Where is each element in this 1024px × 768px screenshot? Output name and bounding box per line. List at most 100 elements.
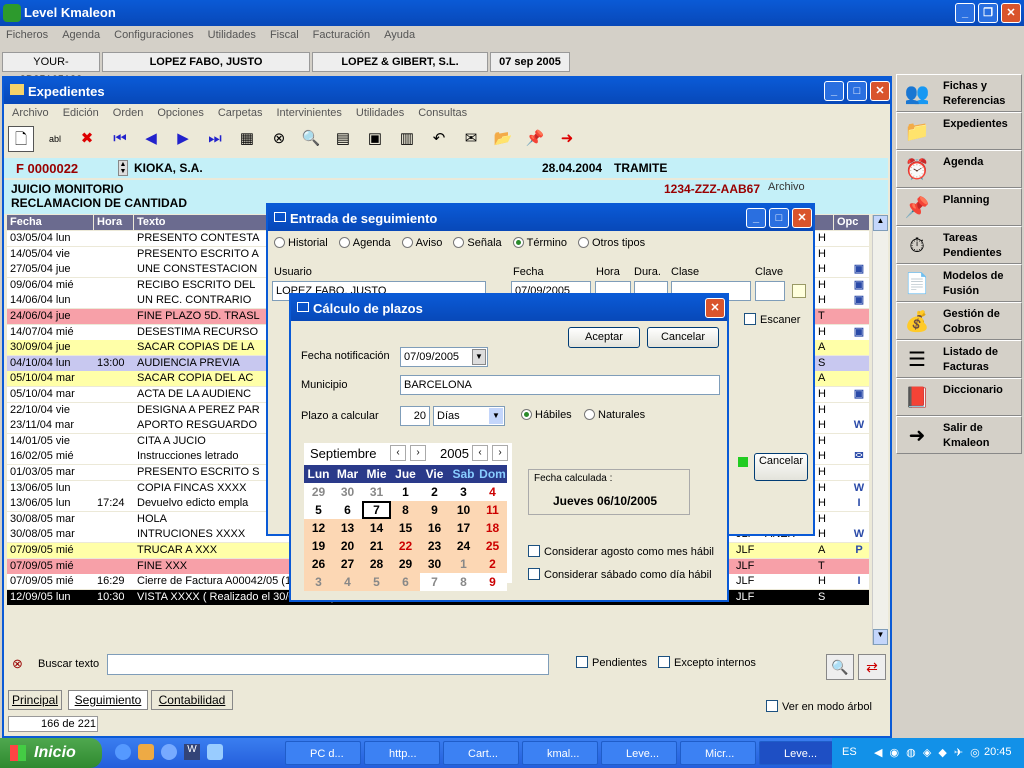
calendar-day[interactable]: 9 xyxy=(478,573,507,591)
calendar-day[interactable]: 30 xyxy=(333,483,362,501)
restore-button[interactable]: ❐ xyxy=(978,3,998,23)
clave-field[interactable] xyxy=(755,281,785,301)
calendar-day[interactable]: 20 xyxy=(333,537,362,555)
calendar-day[interactable]: 13 xyxy=(333,519,362,537)
pendientes-checkbox[interactable]: Pendientes xyxy=(576,656,647,669)
calendar-day[interactable]: 6 xyxy=(333,501,362,519)
calendar-day[interactable]: 29 xyxy=(391,555,420,573)
calendar-day[interactable]: 18 xyxy=(478,519,507,537)
folder-icon[interactable]: 📂 xyxy=(490,126,516,152)
calendar-day[interactable]: 10 xyxy=(449,501,478,519)
taskbar-task[interactable]: PC d... xyxy=(285,741,361,765)
escaner-checkbox[interactable]: Escaner xyxy=(744,313,800,326)
exp-menu-item[interactable]: Opciones xyxy=(157,107,203,119)
menu-item[interactable]: Fiscal xyxy=(270,29,299,41)
municipio-field[interactable]: BARCELONA xyxy=(400,375,720,395)
calendar-day[interactable]: 30 xyxy=(420,555,449,573)
sidebar-item[interactable]: ⏱ Tareas Pendientes xyxy=(896,226,1022,264)
taskbar-task[interactable]: kmal... xyxy=(522,741,598,765)
calendar-day[interactable]: 4 xyxy=(478,483,507,501)
excepto-checkbox[interactable]: Excepto internos xyxy=(658,656,756,669)
menu-item[interactable]: Facturación xyxy=(313,29,370,41)
calendar-day[interactable]: 3 xyxy=(449,483,478,501)
taskbar-task[interactable]: Micr... xyxy=(680,741,756,765)
agosto-checkbox[interactable]: Considerar agosto como mes hábil xyxy=(528,545,714,558)
delete-icon[interactable]: ✖ xyxy=(74,126,100,152)
accept-button[interactable]: Aceptar xyxy=(568,327,640,348)
calendar-day[interactable]: 24 xyxy=(449,537,478,555)
calendar-day[interactable]: 28 xyxy=(362,555,391,573)
calendar-day[interactable]: 5 xyxy=(362,573,391,591)
exp-close-button[interactable]: ✕ xyxy=(870,81,890,101)
habiles-radio[interactable]: Hábiles xyxy=(521,409,572,421)
swap-button[interactable]: ⇄ xyxy=(858,654,886,680)
calendar-day[interactable]: 22 xyxy=(391,537,420,555)
next-year-button[interactable]: › xyxy=(492,445,508,461)
menu-item[interactable]: Utilidades xyxy=(208,29,256,41)
menu-item[interactable]: Configuraciones xyxy=(114,29,194,41)
exp-menu-item[interactable]: Consultas xyxy=(418,107,467,119)
search-button[interactable]: 🔍 xyxy=(826,654,854,680)
search-input[interactable] xyxy=(107,654,549,675)
text-field-icon[interactable]: abl xyxy=(42,126,68,152)
calendar-day[interactable]: 19 xyxy=(304,537,333,555)
entrada-maximize-button[interactable]: □ xyxy=(769,208,789,228)
last-record-icon[interactable]: ⏭ xyxy=(202,126,228,152)
sidebar-item[interactable]: 💰 Gestión de Cobros xyxy=(896,302,1022,340)
calendar-day[interactable]: 8 xyxy=(449,573,478,591)
col-fecha[interactable]: Fecha xyxy=(7,215,93,230)
calendar-day[interactable]: 25 xyxy=(478,537,507,555)
sabado-checkbox[interactable]: Considerar sábado como día hábil xyxy=(528,568,712,581)
tree-mode-checkbox[interactable]: Ver en modo árbol xyxy=(766,700,872,713)
calendar-day[interactable]: 1 xyxy=(391,483,420,501)
calendar-day[interactable]: 7 xyxy=(362,501,391,519)
unit-select[interactable]: Días ▼ xyxy=(433,406,505,426)
calendar-day[interactable]: 15 xyxy=(391,519,420,537)
stack-icon[interactable]: ▤ xyxy=(330,126,356,152)
mail-icon[interactable]: ✉ xyxy=(458,126,484,152)
app-icon[interactable] xyxy=(207,744,223,760)
calendar-day[interactable]: 31 xyxy=(362,483,391,501)
pin-icon[interactable]: 📌 xyxy=(522,126,548,152)
calendar-day[interactable]: 8 xyxy=(391,501,420,519)
sidebar-item[interactable]: 📌 Planning xyxy=(896,188,1022,226)
grid-icon[interactable] xyxy=(792,284,806,298)
exp-menu-item[interactable]: Carpetas xyxy=(218,107,263,119)
spreadsheet-icon[interactable]: ▦ xyxy=(234,126,260,152)
tipo-radio[interactable]: Agenda xyxy=(338,237,391,249)
exp-menu-item[interactable]: Edición xyxy=(63,107,99,119)
exp-menu-item[interactable]: Utilidades xyxy=(356,107,404,119)
exit-arrow-icon[interactable]: ➜ xyxy=(554,126,580,152)
sidebar-item[interactable]: 📕 Diccionario xyxy=(896,378,1022,416)
tab-0[interactable]: Principal xyxy=(8,690,62,710)
tipo-radio[interactable]: Otros tipos xyxy=(577,237,645,249)
first-record-icon[interactable]: ⏮ xyxy=(107,126,133,152)
calendar-day[interactable]: 7 xyxy=(420,573,449,591)
tipo-radio[interactable]: Término xyxy=(512,237,567,249)
tipo-radio[interactable]: Señala xyxy=(453,237,502,249)
calendar-day[interactable]: 11 xyxy=(478,501,507,519)
calendar-day[interactable]: 16 xyxy=(420,519,449,537)
calendar-day[interactable]: 26 xyxy=(304,555,333,573)
calendar-day[interactable]: 27 xyxy=(333,555,362,573)
minimize-button[interactable]: _ xyxy=(955,3,975,23)
calendar-day[interactable]: 12 xyxy=(304,519,333,537)
undo-icon[interactable]: ↶ xyxy=(426,126,452,152)
prev-year-button[interactable]: ‹ xyxy=(472,445,488,461)
plazo-field[interactable]: 20 xyxy=(400,406,430,426)
entrada-close-button[interactable]: ✕ xyxy=(792,208,812,228)
naturales-radio[interactable]: Naturales xyxy=(584,409,645,421)
tipo-radio[interactable]: Historial xyxy=(274,237,328,249)
previous-record-icon[interactable]: ◀ xyxy=(138,126,164,152)
calendar-day[interactable]: 2 xyxy=(420,483,449,501)
calendar-day[interactable]: 23 xyxy=(420,537,449,555)
calendar-day[interactable]: 21 xyxy=(362,537,391,555)
tab-2[interactable]: Contabilidad xyxy=(151,690,233,710)
exp-minimize-button[interactable]: _ xyxy=(824,81,844,101)
taskbar-task[interactable]: http... xyxy=(364,741,440,765)
calendar-day[interactable]: 9 xyxy=(420,501,449,519)
calendar-day[interactable]: 2 xyxy=(478,555,507,573)
word-icon[interactable]: W xyxy=(184,744,200,760)
sidebar-item[interactable]: ➜ Salir de Kmaleon xyxy=(896,416,1022,454)
dropdown-arrow-icon[interactable]: ▼ xyxy=(472,349,486,365)
